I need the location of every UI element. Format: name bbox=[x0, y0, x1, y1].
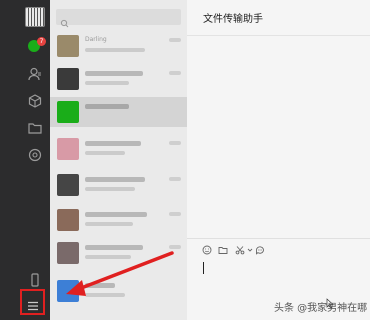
chat-name bbox=[85, 141, 141, 146]
message-preview bbox=[85, 222, 133, 226]
avatar bbox=[57, 138, 79, 160]
chat-history-icon[interactable] bbox=[255, 245, 265, 255]
chat-name bbox=[85, 177, 145, 182]
contacts-icon[interactable] bbox=[27, 66, 43, 82]
message-preview bbox=[85, 255, 131, 259]
chat-name bbox=[85, 283, 115, 288]
message-preview bbox=[85, 48, 145, 52]
conversation-list: Darling bbox=[50, 0, 187, 320]
avatar bbox=[57, 242, 79, 264]
chat-row[interactable] bbox=[50, 238, 187, 268]
avatar bbox=[57, 101, 79, 123]
chat-row[interactable]: Darling bbox=[50, 31, 187, 61]
avatar bbox=[57, 68, 79, 90]
user-avatar[interactable] bbox=[25, 7, 45, 27]
chat-row[interactable] bbox=[50, 170, 187, 200]
message-preview bbox=[85, 151, 125, 155]
chevron-down-icon[interactable] bbox=[245, 245, 253, 255]
avatar bbox=[57, 174, 79, 196]
chat-row[interactable] bbox=[50, 276, 187, 306]
chat-row-selected[interactable] bbox=[50, 97, 187, 127]
timestamp bbox=[169, 38, 181, 42]
divider bbox=[187, 35, 370, 36]
chat-row[interactable] bbox=[50, 134, 187, 164]
timestamp bbox=[169, 245, 181, 249]
timestamp bbox=[169, 141, 181, 145]
search-input[interactable] bbox=[56, 9, 181, 25]
timestamp bbox=[169, 177, 181, 181]
divider bbox=[187, 238, 370, 239]
timestamp bbox=[169, 71, 181, 75]
folder-icon[interactable] bbox=[27, 120, 43, 136]
folder-icon[interactable] bbox=[218, 245, 228, 255]
message-preview bbox=[85, 187, 135, 191]
chat-name bbox=[85, 104, 129, 109]
avatar bbox=[57, 209, 79, 231]
timestamp bbox=[169, 212, 181, 216]
chat-title: 文件传输助手 bbox=[203, 14, 263, 25]
avatar bbox=[57, 280, 79, 302]
chat-row[interactable] bbox=[50, 64, 187, 94]
favorites-cube-icon[interactable] bbox=[27, 93, 43, 109]
text-caret bbox=[203, 262, 204, 274]
message-preview bbox=[85, 81, 129, 85]
chat-row[interactable] bbox=[50, 205, 187, 235]
avatar bbox=[57, 35, 79, 57]
scissors-icon[interactable] bbox=[235, 245, 245, 255]
menu-icon[interactable] bbox=[27, 296, 39, 311]
emoji-icon[interactable] bbox=[202, 245, 212, 255]
watermark-text: 头条 @我家男神在哪 bbox=[274, 303, 368, 314]
chat-name: Darling bbox=[85, 36, 107, 43]
chat-panel: 文件传输助手 bbox=[187, 0, 370, 320]
phone-icon[interactable] bbox=[27, 272, 43, 288]
moments-icon[interactable] bbox=[27, 147, 43, 163]
message-preview bbox=[85, 293, 125, 297]
unread-badge: 7 bbox=[37, 37, 46, 46]
chat-name bbox=[85, 245, 143, 250]
nav-rail: 7 bbox=[0, 0, 50, 320]
chat-name bbox=[85, 71, 143, 76]
chat-name bbox=[85, 212, 147, 217]
search-icon bbox=[60, 13, 69, 28]
